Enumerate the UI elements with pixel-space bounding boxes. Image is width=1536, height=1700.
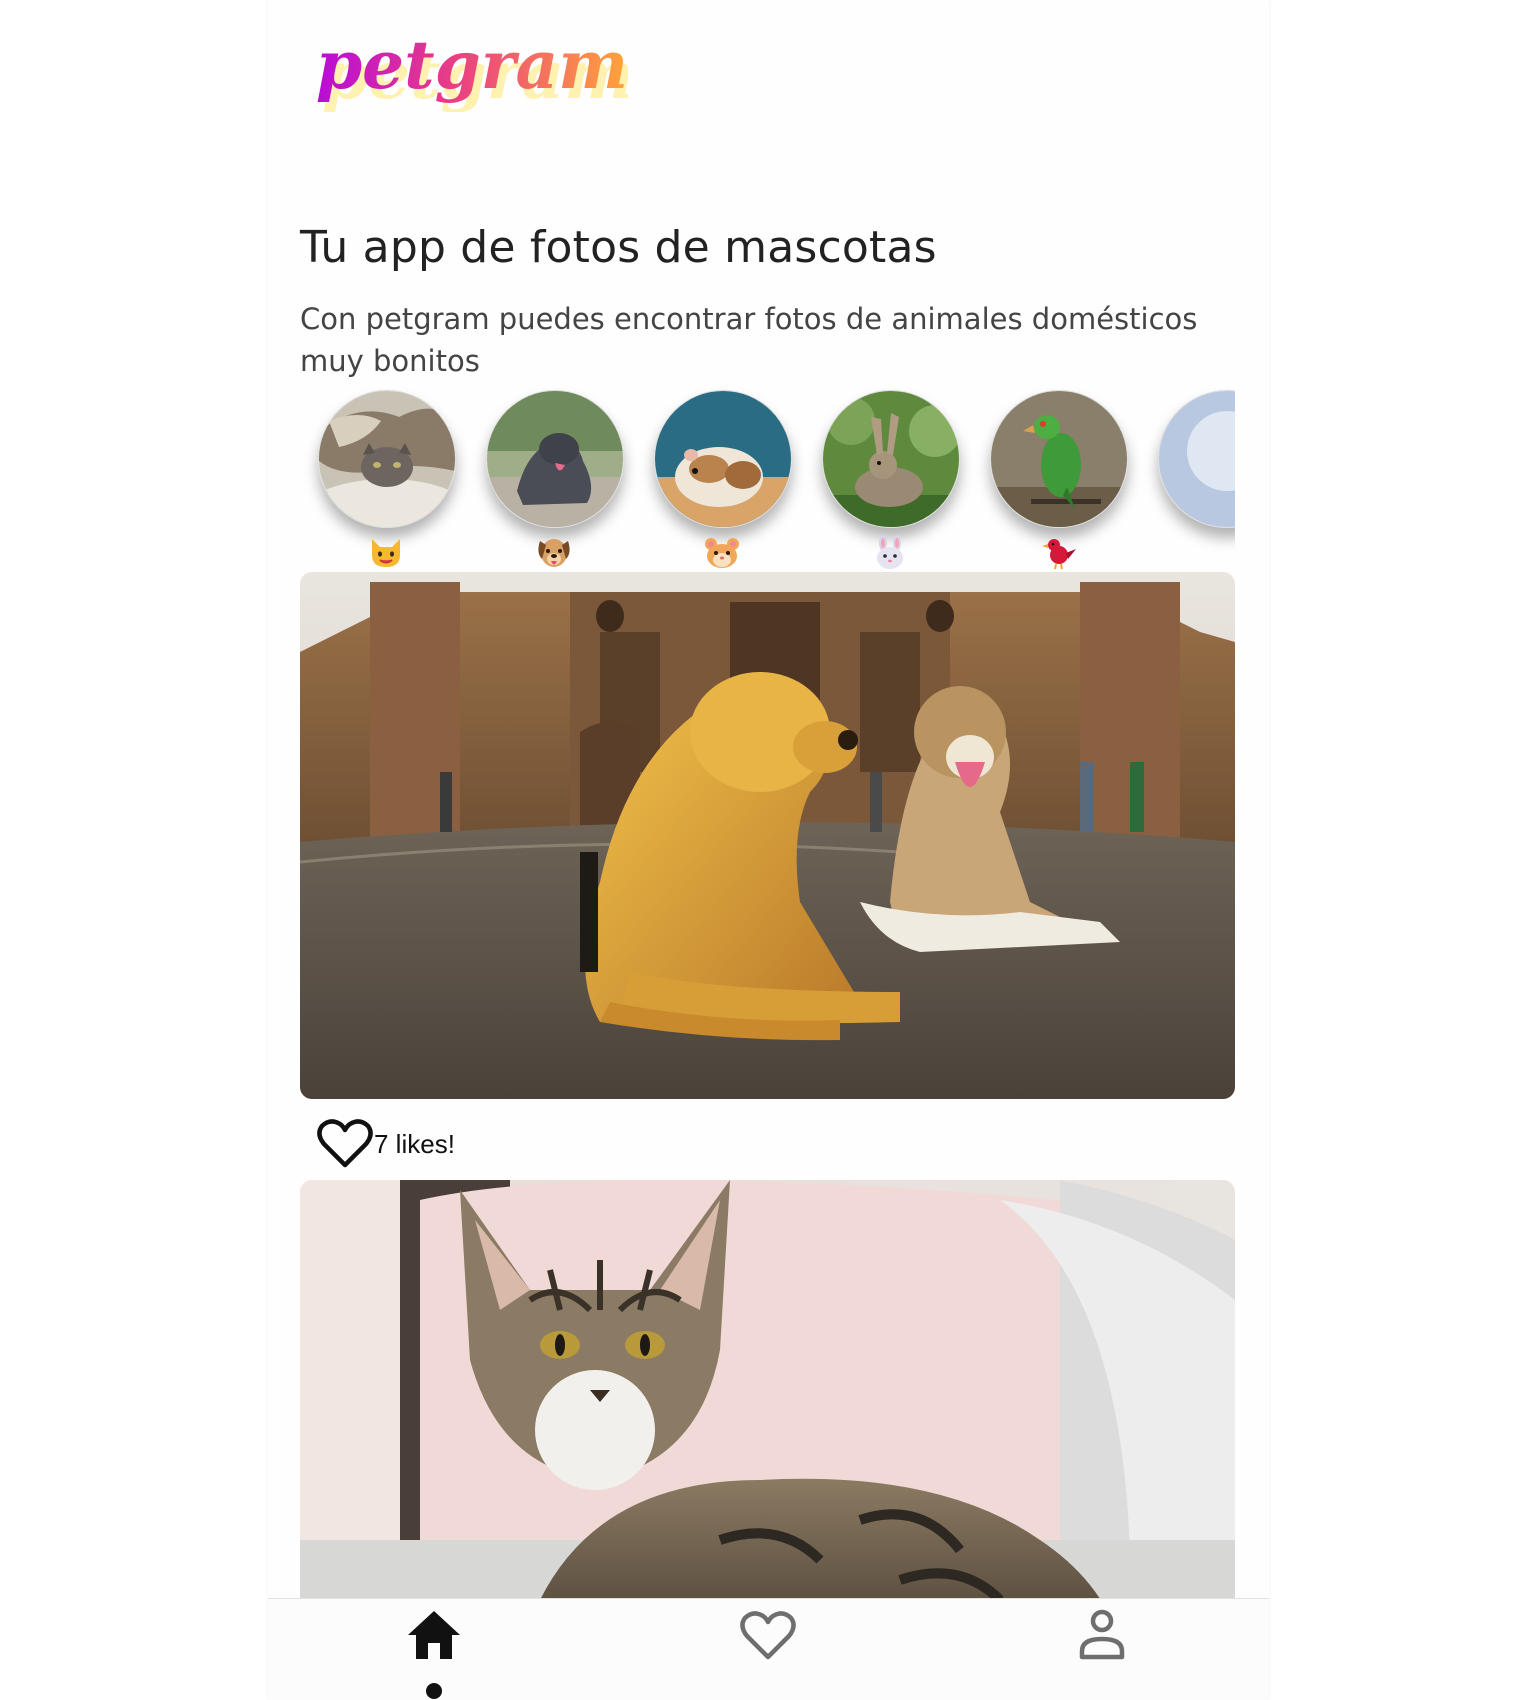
active-indicator-dot (426, 1683, 442, 1699)
cat-face-icon (366, 535, 406, 571)
like-button[interactable] (316, 1116, 374, 1172)
category-birds[interactable] (988, 388, 1128, 573)
petgram-logo-wordmark: petgram petgram (316, 26, 634, 114)
category-dogs[interactable] (484, 388, 624, 573)
heart-icon (740, 1611, 796, 1660)
app-frame: petgram petgram Tu app de fotos de masco… (268, 0, 1269, 1700)
category-list (300, 388, 1235, 573)
page-description: Con petgram puedes encontrar fotos de an… (300, 302, 1198, 378)
category-rabbits-photo (822, 390, 960, 528)
like-row: 7 likes! (316, 1116, 455, 1172)
heart-outline-icon (317, 1119, 373, 1168)
category-rabbits[interactable] (820, 388, 960, 573)
photo-cat (300, 1180, 1235, 1640)
nav-favorites[interactable] (708, 1607, 828, 1699)
photo-card-dogs[interactable] (300, 572, 1235, 1099)
category-cats-photo (318, 390, 456, 528)
petgram-logo[interactable]: petgram petgram (308, 22, 634, 114)
category-dogs-photo (486, 390, 624, 528)
category-next[interactable] (1156, 388, 1235, 573)
category-next-photo (1158, 390, 1235, 528)
user-icon (1079, 1609, 1125, 1660)
nav-home[interactable] (374, 1607, 494, 1699)
category-cats[interactable] (316, 388, 456, 573)
category-birds-photo (990, 390, 1128, 528)
photo-card-cat[interactable] (300, 1180, 1235, 1640)
category-hamsters-photo (654, 390, 792, 528)
bird-icon (1038, 535, 1078, 571)
category-hamsters[interactable] (652, 388, 792, 573)
rabbit-face-icon (870, 535, 910, 571)
page-title: Tu app de fotos de mascotas (300, 222, 937, 273)
like-count: 7 likes! (374, 1128, 455, 1159)
bottom-navbar (268, 1598, 1269, 1700)
logo-text: petgram (316, 26, 628, 104)
photo-dogs (300, 572, 1235, 1099)
hamster-face-icon (702, 535, 742, 571)
nav-user[interactable] (1042, 1607, 1162, 1699)
dog-face-icon (534, 535, 574, 571)
home-icon (408, 1611, 460, 1659)
